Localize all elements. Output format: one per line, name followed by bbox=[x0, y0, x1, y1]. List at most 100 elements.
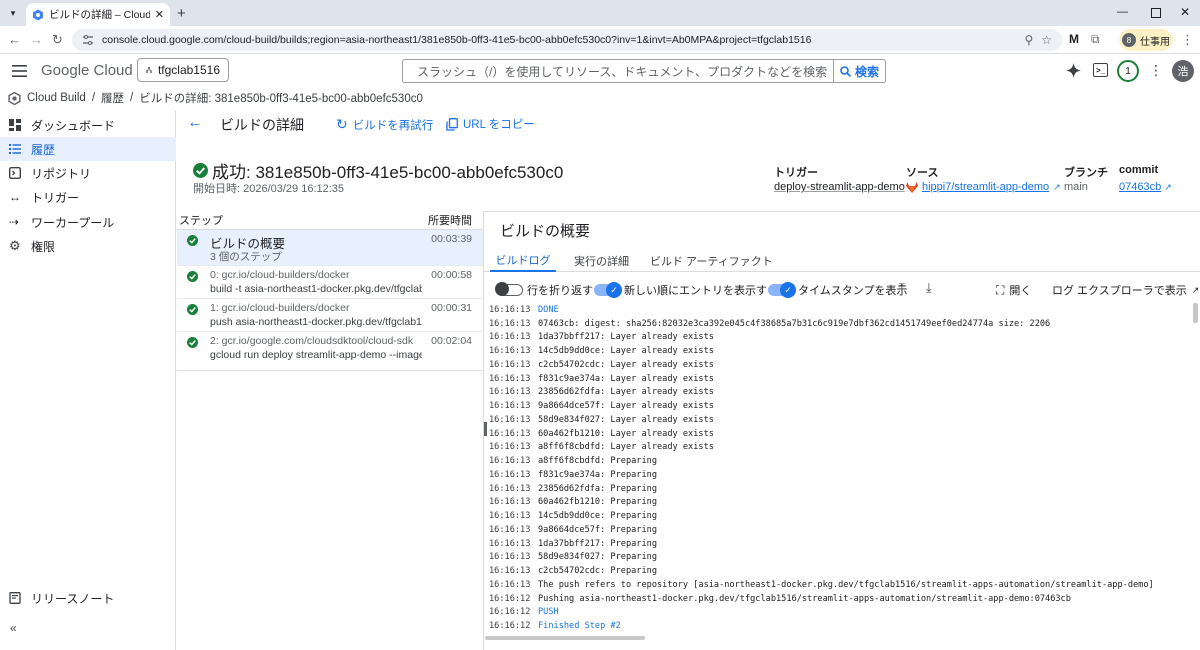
account-avatar[interactable]: 浩 bbox=[1172, 60, 1194, 82]
step-row-summary[interactable]: ビルドの概要 3 個のステップ 00:03:39 bbox=[177, 230, 483, 266]
commit-link[interactable]: 07463cb ↗ bbox=[1119, 181, 1172, 193]
timestamps-label: タイムスタンプを表示 bbox=[798, 285, 908, 297]
tab-build-artifacts[interactable]: ビルド アーティファクト bbox=[650, 250, 773, 272]
forward-arrow-icon[interactable]: → bbox=[30, 32, 43, 47]
log-line: 16:16:13 1da37bbff217: Layer already exis… bbox=[484, 331, 1192, 345]
scroll-to-top-icon[interactable]: ⤒ bbox=[899, 280, 905, 296]
log-horizontal-scrollbar[interactable] bbox=[485, 636, 645, 640]
log-text: 9a8664dce57f: Preparing bbox=[538, 524, 657, 535]
log-text: 58d9e834f027: Preparing bbox=[538, 552, 657, 563]
browser-menu-icon[interactable]: ⋮ bbox=[1181, 32, 1194, 48]
newest-first-toggle[interactable]: ✓ 新しい順にエントリを表示する bbox=[594, 282, 778, 298]
step-row-0[interactable]: 0: gcr.io/cloud-builders/docker build -t… bbox=[177, 266, 483, 299]
step-duration: 00:02:04 bbox=[431, 335, 472, 347]
project-selector[interactable]: tfgclab1516 bbox=[137, 58, 229, 82]
sidebar-item-worker-pools[interactable]: ⇢ ワーカープール bbox=[0, 210, 176, 234]
search-box[interactable]: スラッシュ（/）を使用してリソース、ドキュメント、プロダクトなどを検索 検索 bbox=[402, 59, 886, 83]
wrap-lines-toggle[interactable]: 行を折り返す bbox=[495, 282, 593, 298]
build-start-time: 開始日時: 2026/03/29 16:12:35 bbox=[193, 183, 345, 195]
log-line: 16:16:13 a8ff6f8cbdfd: Layer already exis… bbox=[484, 441, 1192, 455]
log-explorer-button[interactable]: ログ エクスプローラで表示 ↗ bbox=[1052, 282, 1199, 298]
commit-label: commit bbox=[1119, 164, 1159, 176]
log-timestamp: 16:16:13 bbox=[489, 538, 531, 549]
log-line: 16:16:12 Finished Step #2 bbox=[484, 619, 1192, 633]
sidebar-item-history[interactable]: 履歴 bbox=[0, 137, 176, 161]
breadcrumb: Cloud Build / 履歴 / ビルドの詳細: 381e850b-0ff3… bbox=[0, 88, 1200, 108]
close-tab-icon[interactable]: ✕ bbox=[155, 8, 164, 21]
branch-label: ブランチ bbox=[1064, 167, 1108, 179]
timestamps-toggle[interactable]: ✓ タイムスタンプを表示 bbox=[768, 282, 907, 298]
gemini-sparkle-icon[interactable] bbox=[1066, 63, 1081, 78]
external-link-icon: ↗ bbox=[1164, 181, 1172, 192]
search-button[interactable]: 検索 bbox=[833, 60, 885, 82]
log-timestamp: 16:16:13 bbox=[489, 318, 531, 329]
sidebar-item-permissions[interactable]: ⚙ 権限 bbox=[0, 234, 176, 258]
log-line: 16:16:13 07463cb: digest: sha256:82032e3c… bbox=[484, 317, 1192, 331]
rebuild-button[interactable]: ↻ ビルドを再試行 bbox=[336, 116, 433, 133]
download-icon[interactable]: ⤓ bbox=[926, 280, 932, 296]
log-line: 16:16:13 9a8664dce57f: Preparing bbox=[484, 523, 1192, 537]
log-text: c2cb54702cdc: Layer already exists bbox=[538, 359, 714, 370]
log-text: Finished Step #2 bbox=[538, 621, 621, 632]
rebuild-label: ビルドを再試行 bbox=[352, 119, 434, 132]
tab-build-log[interactable]: ビルドログ bbox=[490, 250, 556, 272]
browser-tab[interactable]: ビルドの詳細 – Cloud Build – tfgc ✕ bbox=[26, 3, 170, 26]
sidebar-item-label: ワーカープール bbox=[31, 215, 115, 230]
open-label: 開く bbox=[1009, 285, 1032, 297]
log-line: 16:16:12 Pushing asia-northeast1-docker.p… bbox=[484, 592, 1192, 606]
open-fullscreen-button[interactable]: ⛶ 開く bbox=[996, 282, 1031, 298]
zoom-icon[interactable]: ⚲ bbox=[1024, 33, 1033, 47]
site-info-icon[interactable] bbox=[82, 34, 94, 46]
collapse-sidebar-icon[interactable]: « bbox=[10, 621, 17, 635]
new-tab-plus-icon[interactable]: + bbox=[177, 5, 186, 22]
profile-avatar: 8 bbox=[1122, 33, 1136, 47]
resize-handle[interactable] bbox=[484, 422, 487, 436]
sidebar-item-dashboard[interactable]: ダッシュボード bbox=[0, 113, 176, 137]
log-timestamp: 16:16:13 bbox=[489, 442, 531, 453]
bookmark-star-icon[interactable]: ☆ bbox=[1041, 33, 1052, 47]
sidebar-item-release-notes[interactable]: リリースノート bbox=[0, 586, 176, 610]
url-text: console.cloud.google.com/cloud-build/bui… bbox=[102, 34, 812, 46]
source-link[interactable]: hippi7/streamlit-app-demo ↗ bbox=[906, 181, 1061, 193]
window-minimize-icon[interactable]: — bbox=[1117, 6, 1128, 18]
copy-url-button[interactable]: URL をコピー bbox=[446, 116, 535, 132]
back-arrow-icon[interactable]: ← bbox=[187, 114, 203, 132]
sidebar-item-triggers[interactable]: ↔ トリガー bbox=[0, 185, 176, 209]
log-vertical-scrollbar[interactable] bbox=[1193, 303, 1198, 323]
window-close-icon[interactable]: ✕ bbox=[1180, 5, 1190, 19]
step-row-2[interactable]: 2: gcr.io/google.com/cloudsdktool/cloud-… bbox=[177, 332, 483, 365]
trigger-label: トリガー bbox=[774, 167, 818, 179]
profile-chip[interactable]: 8 仕事用 bbox=[1119, 29, 1173, 51]
log-timestamp: 16:16:13 bbox=[489, 401, 531, 412]
tab-execution-details[interactable]: 実行の詳細 bbox=[574, 250, 629, 272]
notifications-count-badge[interactable]: 1 bbox=[1117, 60, 1139, 82]
extensions-puzzle-icon[interactable]: ⧉ bbox=[1091, 32, 1100, 47]
breadcrumb-history[interactable]: 履歴 bbox=[101, 90, 124, 106]
cloud-shell-icon[interactable]: >_ bbox=[1093, 63, 1108, 77]
search-input[interactable]: スラッシュ（/）を使用してリソース、ドキュメント、プロダクトなどを検索 bbox=[403, 63, 833, 80]
log-text: c2cb54702cdc: Preparing bbox=[538, 566, 657, 577]
toggle-on-switch: ✓ bbox=[768, 282, 796, 298]
google-cloud-logo[interactable]: Google Cloud bbox=[41, 62, 133, 79]
reload-icon[interactable]: ↻ bbox=[52, 32, 63, 48]
log-timestamp: 16:16:13 bbox=[489, 469, 531, 480]
sidebar-item-repositories[interactable]: リポジトリ bbox=[0, 161, 176, 185]
external-link-icon: ↗ bbox=[1191, 284, 1200, 295]
log-text: a8ff6f8cbdfd: Preparing bbox=[538, 456, 657, 467]
gmail-extension-icon[interactable]: M bbox=[1069, 32, 1079, 46]
breadcrumb-current: ビルドの詳細: 381e850b-0ff3-41e5-bc00-abb0efc5… bbox=[139, 93, 423, 105]
page-header: ← ビルドの詳細 ↻ ビルドを再試行 URL をコピー bbox=[178, 110, 1200, 136]
hamburger-menu-icon[interactable] bbox=[12, 65, 27, 77]
breadcrumb-separator: / bbox=[91, 92, 96, 104]
step-row-1[interactable]: 1: gcr.io/cloud-builders/docker push asi… bbox=[177, 299, 483, 332]
copy-url-label: URL をコピー bbox=[463, 119, 535, 131]
more-options-icon[interactable]: ⋮ bbox=[1149, 62, 1163, 79]
trigger-link[interactable]: deploy-streamlit-app-demo bbox=[774, 181, 905, 193]
window-maximize-icon[interactable] bbox=[1151, 8, 1161, 18]
address-bar[interactable]: console.cloud.google.com/cloud-build/bui… bbox=[72, 29, 1062, 51]
log-timestamp: 16:16:13 bbox=[489, 346, 531, 357]
breadcrumb-service[interactable]: Cloud Build bbox=[27, 92, 86, 104]
tab-list-chevron-icon[interactable]: ▾ bbox=[6, 6, 20, 20]
step-subtitle: gcloud run deploy streamlit-app-demo --i… bbox=[210, 349, 422, 361]
back-arrow-icon[interactable]: ← bbox=[8, 32, 21, 47]
